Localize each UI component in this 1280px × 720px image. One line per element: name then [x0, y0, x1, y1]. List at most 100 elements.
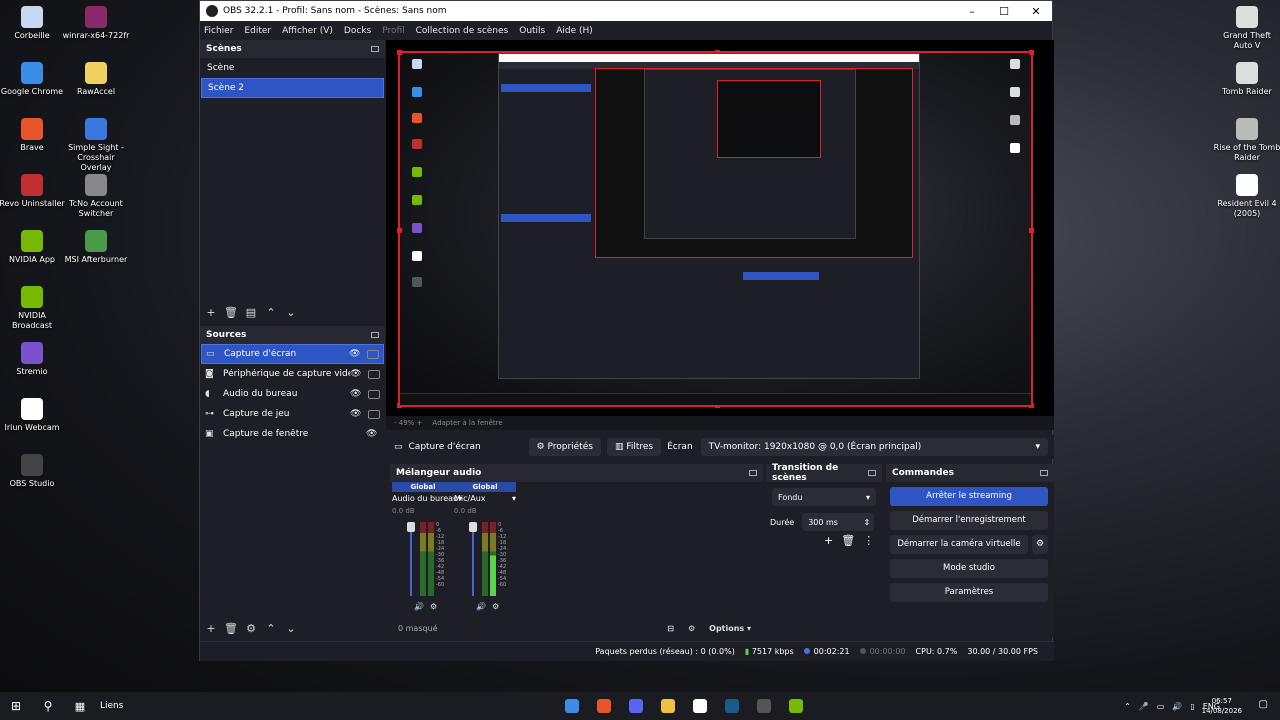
- start-recording-button[interactable]: Démarrer l'enregistrement: [890, 511, 1048, 530]
- undock-icon[interactable]: [749, 470, 757, 476]
- move-down-icon[interactable]: ⌄: [284, 622, 298, 635]
- channel-settings-icon[interactable]: ⚙: [430, 602, 437, 611]
- menu-profil[interactable]: Profil: [382, 26, 404, 36]
- remove-scene-icon[interactable]: 🗑: [224, 306, 238, 319]
- visibility-eye-icon[interactable]: 👁: [350, 369, 364, 379]
- start-virtual-camera-button[interactable]: Démarrer la caméra virtuelle: [890, 535, 1028, 554]
- move-down-icon[interactable]: ⌄: [284, 306, 298, 319]
- speaker-icon[interactable]: 🔊: [414, 602, 424, 611]
- menu-editer[interactable]: Editer: [244, 26, 271, 36]
- battery-icon[interactable]: ▯: [1190, 702, 1194, 711]
- source-item-selected[interactable]: ▭ Capture d'écran 👁: [201, 344, 384, 364]
- resize-handle[interactable]: [1029, 228, 1034, 233]
- microphone-icon[interactable]: 🎤: [1139, 702, 1149, 711]
- desktop-shortcut[interactable]: Iriun Webcam: [0, 398, 66, 433]
- volume-fader[interactable]: [410, 522, 412, 596]
- visibility-eye-icon[interactable]: 👁: [350, 409, 364, 419]
- maximize-button[interactable]: ☐: [988, 5, 1020, 18]
- undock-icon[interactable]: [371, 332, 379, 338]
- discord-taskbar-icon[interactable]: [625, 695, 647, 717]
- channel-name-dropdown[interactable]: Audio du bureau ▾: [392, 494, 462, 503]
- desktop-shortcut[interactable]: NVIDIA App: [0, 230, 66, 265]
- desktop-shortcut[interactable]: Brave: [0, 118, 66, 153]
- explorer-taskbar-icon[interactable]: [657, 695, 679, 717]
- undock-icon[interactable]: [371, 46, 379, 52]
- zoom-level[interactable]: - 49% +: [394, 419, 422, 427]
- fit-window-dropdown[interactable]: Adapter à la fenêtre: [432, 419, 502, 427]
- source-item[interactable]: ⊶ Capture de jeu 👁: [201, 404, 384, 424]
- transition-select[interactable]: Fondu ▾: [772, 488, 876, 506]
- volume-icon[interactable]: 🔊: [1172, 702, 1182, 711]
- channel-settings-icon[interactable]: ⚙: [492, 602, 499, 611]
- lock-icon[interactable]: [367, 349, 379, 359]
- screen-select[interactable]: TV-monitor: 1920x1080 @ 0,0 (Écran princ…: [700, 438, 1048, 456]
- filters-button[interactable]: ▥ Filtres: [606, 438, 662, 456]
- network-icon[interactable]: ▭: [1157, 702, 1165, 711]
- desktop-shortcut[interactable]: MSI Afterburner: [62, 230, 130, 265]
- desktop-shortcut[interactable]: Simple Sight - Crosshair Overlay: [62, 118, 130, 173]
- desktop-shortcut[interactable]: Google Chrome: [0, 62, 66, 97]
- properties-button[interactable]: ⚙ Propriétés: [528, 438, 601, 456]
- chevron-up-icon[interactable]: ⌃: [1124, 702, 1131, 711]
- virtual-camera-settings-icon[interactable]: ⚙: [1032, 535, 1048, 554]
- desktop-shortcut[interactable]: Rise of the Tomb Raider: [1213, 118, 1280, 163]
- visibility-eye-icon[interactable]: 👁: [366, 429, 380, 439]
- desktop-shortcut[interactable]: winrar-x64-722fr: [62, 6, 130, 41]
- options-button[interactable]: Options ▾: [709, 624, 751, 633]
- desktop-shortcut[interactable]: OBS Studio: [0, 454, 66, 489]
- brave-taskbar-icon[interactable]: [593, 695, 615, 717]
- remove-source-icon[interactable]: 🗑: [224, 622, 238, 635]
- lock-icon[interactable]: [368, 389, 380, 399]
- remove-transition-icon[interactable]: 🗑: [841, 534, 855, 547]
- move-up-icon[interactable]: ⌃: [264, 306, 278, 319]
- desktop-shortcut[interactable]: Corbeille: [0, 6, 66, 41]
- menu-collection[interactable]: Collection de scènes: [416, 26, 509, 36]
- desktop-shortcut[interactable]: Grand Theft Auto V: [1213, 6, 1280, 51]
- speaker-icon[interactable]: 🔊: [476, 602, 486, 611]
- add-source-icon[interactable]: +: [204, 622, 218, 635]
- task-view-icon[interactable]: ▦: [64, 700, 96, 713]
- undock-icon[interactable]: [868, 470, 876, 476]
- visibility-eye-icon[interactable]: 👁: [349, 349, 363, 359]
- visibility-eye-icon[interactable]: 👁: [350, 389, 364, 399]
- add-transition-icon[interactable]: +: [824, 534, 833, 547]
- steam-taskbar-icon[interactable]: [721, 695, 743, 717]
- menu-outils[interactable]: Outils: [519, 26, 545, 36]
- scene-item[interactable]: Scène: [201, 58, 384, 78]
- source-item[interactable]: ▣ Capture de fenêtre 👁: [201, 424, 384, 444]
- lock-icon[interactable]: [368, 369, 380, 379]
- fader-knob[interactable]: [469, 522, 477, 532]
- source-item[interactable]: ◖ Audio du bureau 👁: [201, 384, 384, 404]
- layout-toggle-icon[interactable]: ⊟: [667, 624, 674, 633]
- minimize-button[interactable]: –: [956, 5, 988, 18]
- desktop-shortcut[interactable]: NVIDIA Broadcast: [0, 286, 66, 331]
- search-icon[interactable]: ⚲: [32, 699, 64, 713]
- desktop-shortcut[interactable]: Revo Uninstaller: [0, 174, 66, 209]
- start-icon[interactable]: ⊞: [0, 699, 32, 713]
- scene-item-selected[interactable]: Scène 2: [201, 78, 384, 98]
- notifications-icon[interactable]: ▢: [1259, 699, 1268, 710]
- close-button[interactable]: ✕: [1020, 5, 1052, 18]
- spin-arrows-icon[interactable]: ⇕: [863, 518, 870, 527]
- lock-icon[interactable]: [368, 409, 380, 419]
- clock[interactable]: 06:57 14/08/2026: [1202, 696, 1242, 716]
- links-toolbar[interactable]: Liens: [100, 701, 123, 711]
- add-scene-icon[interactable]: +: [204, 306, 218, 319]
- settings-button[interactable]: Paramètres: [890, 583, 1048, 602]
- studio-mode-button[interactable]: Mode studio: [890, 559, 1048, 578]
- resize-handle[interactable]: [397, 228, 402, 233]
- desktop-shortcut[interactable]: Stremio: [0, 342, 66, 377]
- channel-name-dropdown[interactable]: Mic/Aux ▾: [454, 494, 516, 503]
- desktop-shortcut[interactable]: RawAccel: [62, 62, 130, 97]
- desktop-shortcut[interactable]: Tomb Raider: [1213, 62, 1280, 97]
- more-menu-icon[interactable]: ⋮: [863, 534, 874, 547]
- resize-handle[interactable]: [397, 50, 402, 55]
- menu-docks[interactable]: Docks: [344, 26, 371, 36]
- filter-scene-icon[interactable]: ▤: [244, 306, 258, 319]
- source-item[interactable]: ◙ Périphérique de capture vidéo 👁: [201, 364, 384, 384]
- desktop-shortcut[interactable]: TcNo Account Switcher: [62, 174, 130, 219]
- advanced-audio-icon[interactable]: ⚙: [688, 624, 695, 633]
- stop-streaming-button[interactable]: Arrêter le streaming: [890, 487, 1048, 506]
- menu-aide[interactable]: Aide (H): [556, 26, 593, 36]
- preview-source-frame[interactable]: [397, 50, 1034, 408]
